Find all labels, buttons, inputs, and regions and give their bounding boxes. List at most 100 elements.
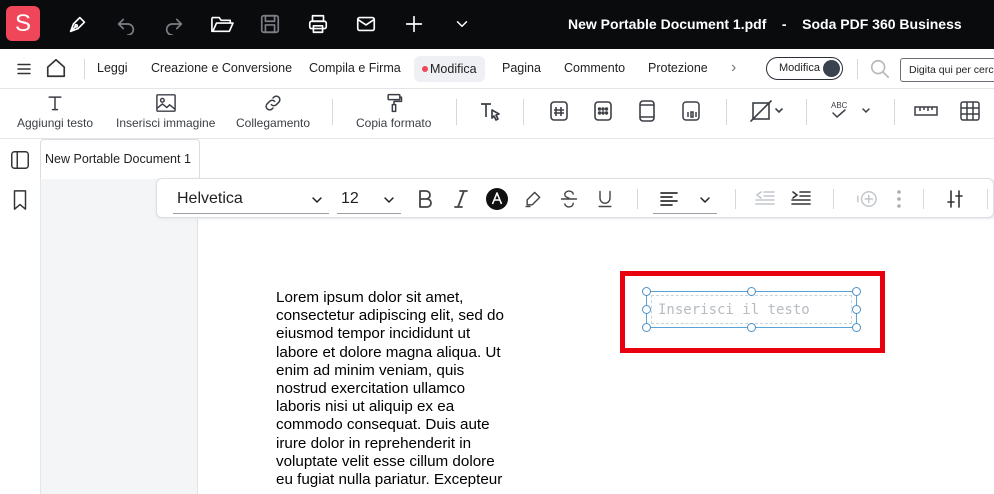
ribbon-divider	[456, 99, 457, 125]
dots-field-icon[interactable]	[591, 99, 615, 123]
folder-open-icon[interactable]	[208, 10, 236, 38]
link-tool[interactable]: Collegamento	[236, 93, 310, 135]
sidebar-panel-icon[interactable]	[8, 148, 32, 172]
no-fill-dropdown-icon[interactable]	[748, 99, 788, 123]
resize-handle-top-right[interactable]	[852, 287, 861, 296]
italic-icon[interactable]	[449, 187, 473, 211]
save-icon[interactable]	[256, 10, 284, 38]
format-divider	[923, 189, 924, 209]
mode-toggle[interactable]: Modifica	[766, 57, 843, 80]
resize-handle-top[interactable]	[747, 287, 756, 296]
copy-format-tool[interactable]: Copia formato	[356, 93, 431, 135]
menu-item-pagina[interactable]: Pagina	[502, 49, 541, 89]
menu-item-compila-firma[interactable]: Compila e Firma	[309, 49, 401, 89]
text-line: eu fugiat nulla pariatur. Excepteur	[276, 471, 503, 489]
menu-divider	[84, 59, 85, 79]
copy-format-label: Copia formato	[356, 116, 432, 130]
text-line: labore et dolore magna aliqua. Ut	[276, 343, 501, 361]
resize-handle-right[interactable]	[852, 305, 861, 314]
spellcheck-dropdown-icon[interactable]: ABC	[828, 99, 874, 123]
menu-item-creazione-conversione[interactable]: Creazione e Conversione	[151, 49, 292, 89]
hamburger-menu-icon[interactable]	[10, 55, 38, 83]
title-separator: -	[781, 16, 787, 32]
text-line: laboris nisi ut aliquip ex ea	[276, 398, 455, 416]
home-icon[interactable]	[42, 54, 70, 82]
text-line: irure dolor in reprehenderit in	[276, 434, 472, 452]
resize-handle-bottom-right[interactable]	[852, 323, 861, 332]
chevron-down-icon	[312, 197, 322, 203]
menu-item-commento[interactable]: Commento	[564, 49, 625, 89]
redo-icon[interactable]	[160, 10, 188, 38]
ribbon-divider	[894, 99, 895, 125]
menu-more-chevron-icon[interactable]: ›	[731, 49, 736, 89]
search-input[interactable]: Digita qui per cercare	[900, 58, 994, 82]
mail-icon[interactable]	[352, 10, 380, 38]
text-line: commodo consequat. Duis aute	[276, 416, 490, 434]
menu-item-protezione[interactable]: Protezione	[648, 49, 708, 89]
search-icon[interactable]	[866, 55, 894, 83]
text-color-icon[interactable]	[485, 187, 509, 211]
format-painter-icon	[387, 93, 402, 113]
underline-icon[interactable]	[593, 187, 617, 211]
add-text-tool[interactable]: Aggiungi testo	[17, 93, 93, 135]
left-rail	[0, 139, 40, 494]
document-tab[interactable]: New Portable Document 1	[40, 139, 200, 179]
decrease-indent-icon[interactable]	[753, 187, 777, 211]
body-text-block[interactable]: Lorem ipsum dolor sit amet, consectetur …	[276, 289, 526, 489]
format-divider	[637, 189, 638, 209]
pen-icon[interactable]	[64, 10, 92, 38]
ribbon-divider	[806, 99, 807, 125]
increase-indent-icon[interactable]	[789, 187, 813, 211]
text-line: consectetur adipiscing elit, sed do	[276, 307, 504, 325]
bold-icon[interactable]	[413, 187, 437, 211]
chevron-down-icon[interactable]	[448, 10, 476, 38]
adjustments-icon[interactable]	[943, 187, 967, 211]
undo-icon[interactable]	[112, 10, 140, 38]
mobile-field-icon[interactable]	[635, 99, 659, 123]
insert-image-tool[interactable]: Inserisci immagine	[116, 93, 215, 135]
text-line: voluptate velit esse cillum dolore	[276, 452, 495, 470]
text-box-placeholder[interactable]: Inserisci il testo	[651, 295, 852, 324]
link-label: Collegamento	[236, 116, 311, 130]
alignment-select[interactable]	[653, 184, 717, 214]
insert-image-label: Inserisci immagine	[116, 116, 216, 130]
resize-handle-bottom-left[interactable]	[642, 323, 651, 332]
resize-handle-left[interactable]	[642, 305, 651, 314]
number-field-icon[interactable]	[679, 99, 703, 123]
print-icon[interactable]	[304, 10, 332, 38]
resize-handle-top-left[interactable]	[642, 287, 651, 296]
highlighter-icon[interactable]	[521, 187, 545, 211]
add-circle-icon[interactable]	[855, 187, 879, 211]
text-line: eiusmod tempor incididunt ut	[276, 325, 471, 343]
plus-icon[interactable]	[400, 10, 428, 38]
grid-icon[interactable]	[958, 99, 982, 123]
ribbon-divider	[523, 99, 524, 125]
ruler-icon[interactable]	[914, 99, 938, 123]
toggle-knob	[823, 60, 840, 77]
ribbon-divider	[332, 99, 333, 125]
text-t-icon	[48, 96, 62, 111]
format-divider	[987, 189, 988, 209]
hash-field-icon[interactable]	[547, 99, 571, 123]
text-line: enim ad minim veniam, quis	[276, 361, 465, 379]
add-text-label: Aggiungi testo	[17, 116, 94, 130]
more-vertical-icon[interactable]	[887, 187, 911, 211]
text-select-icon[interactable]	[478, 99, 502, 123]
window-title: New Portable Document 1.pdf - Soda PDF 3…	[568, 16, 962, 32]
svg-text:ABC: ABC	[831, 101, 848, 110]
font-size-value: 12	[341, 190, 359, 207]
font-size-select[interactable]: 12	[337, 184, 401, 214]
resize-handle-bottom[interactable]	[747, 323, 756, 332]
bookmark-icon[interactable]	[8, 188, 32, 212]
image-icon	[155, 94, 176, 112]
font-family-select[interactable]: Helvetica	[173, 184, 329, 214]
menu-item-leggi[interactable]: Leggi	[97, 49, 128, 89]
app-logo[interactable]: S	[6, 6, 40, 41]
text-line: Lorem ipsum dolor sit amet,	[276, 289, 464, 306]
align-left-icon	[660, 192, 678, 206]
strikethrough-icon[interactable]	[557, 187, 581, 211]
menu-bar: Leggi Creazione e Conversione Compila e …	[0, 49, 994, 89]
ribbon-divider	[726, 99, 727, 125]
mode-toggle-label: Modifica	[779, 62, 820, 74]
menu-item-modifica[interactable]: Modifica	[414, 56, 485, 82]
